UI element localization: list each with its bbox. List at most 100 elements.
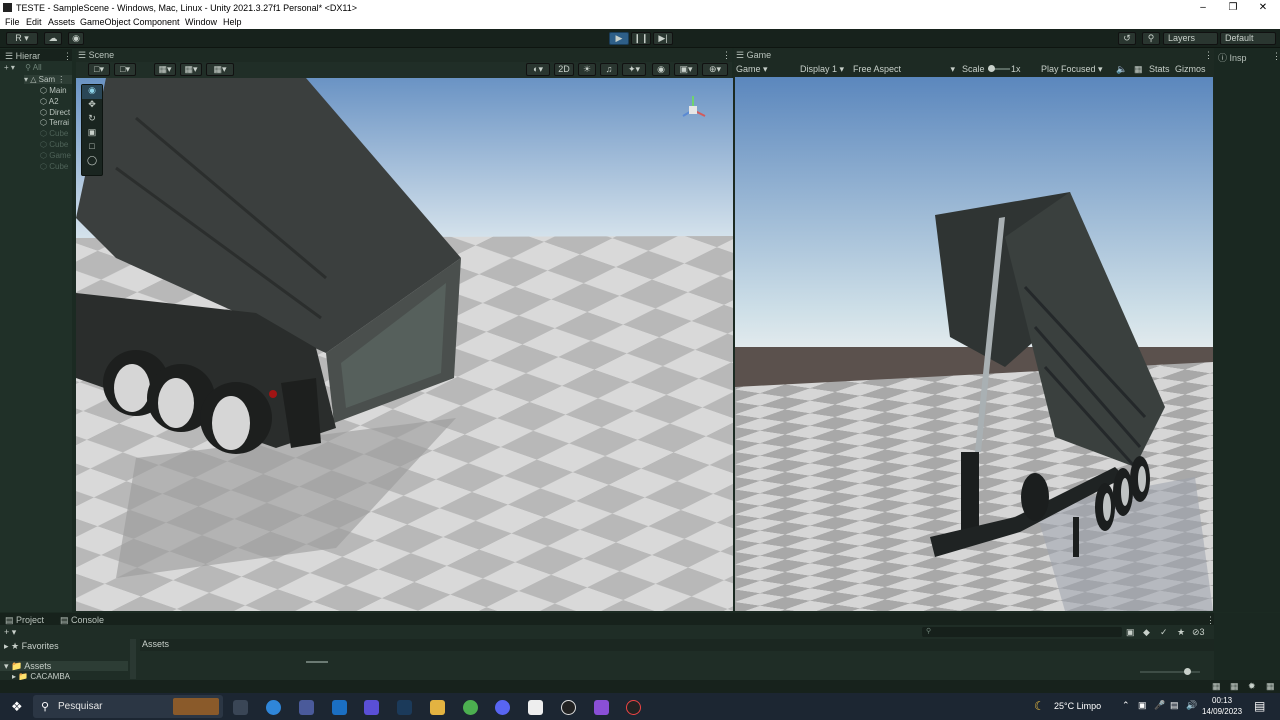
network-icon[interactable]: ▤: [1170, 700, 1179, 711]
increment-icon[interactable]: ▦▾: [206, 63, 234, 76]
pause-button[interactable]: ❙❙: [631, 32, 651, 45]
recorder-icon[interactable]: [626, 700, 641, 715]
display-select[interactable]: Display 1 ▾: [800, 64, 844, 75]
tab-inspector[interactable]: ⓘ Insp: [1218, 51, 1247, 64]
icon-size-slider[interactable]: [1140, 668, 1200, 675]
aspect-select[interactable]: Free Aspect ▾: [853, 64, 955, 75]
menu-edit[interactable]: Edit: [26, 17, 42, 27]
scale-slider[interactable]: [988, 65, 1010, 72]
toggle-2d-button[interactable]: 2D: [554, 63, 574, 76]
scene-viewport[interactable]: ◉ ✥ ↻ ▣ □ ◯: [76, 78, 733, 611]
volume-icon[interactable]: 🔊: [1186, 700, 1197, 711]
menu-file[interactable]: File: [5, 17, 20, 27]
hierarchy-item[interactable]: ⬡ Main: [40, 86, 67, 95]
app-icon[interactable]: [364, 700, 379, 715]
visibility-icon[interactable]: ◉: [652, 63, 670, 76]
clock-time[interactable]: 00:13: [1212, 696, 1232, 705]
notifications-icon[interactable]: ▦: [1266, 681, 1275, 692]
hierarchy-item[interactable]: ⬡ Game: [40, 151, 71, 160]
menu-assets[interactable]: Assets: [48, 17, 75, 27]
snap-icon[interactable]: ▦▾: [180, 63, 202, 76]
gizmos-button[interactable]: Gizmos: [1175, 64, 1206, 74]
play-button[interactable]: ▶: [609, 32, 629, 45]
filter-type-icon[interactable]: ▣: [1126, 627, 1135, 638]
cloud-icon[interactable]: ☁: [44, 32, 62, 45]
project-scrollbar[interactable]: [306, 661, 328, 663]
mail-icon[interactable]: [332, 700, 347, 715]
rotate-tool-icon[interactable]: ↻: [82, 113, 102, 127]
filter-tag-icon[interactable]: ✓: [1160, 627, 1168, 638]
mute-icon[interactable]: 🔈: [1116, 64, 1127, 75]
hierarchy-item[interactable]: ⬡ Cube: [40, 162, 68, 171]
visual-studio-icon[interactable]: [594, 700, 609, 715]
draw-mode-icon[interactable]: □▾: [88, 63, 110, 76]
tab-game[interactable]: ☰ Game: [736, 50, 771, 61]
tab-console[interactable]: ▤ Console: [60, 615, 104, 626]
collab-icon[interactable]: ◉: [68, 32, 84, 45]
scale-tool-icon[interactable]: ▣: [82, 127, 102, 141]
hierarchy-item[interactable]: ⬡ Cube: [40, 129, 68, 138]
layout-dropdown[interactable]: Default: [1220, 32, 1276, 45]
grid-icon[interactable]: ▦▾: [154, 63, 176, 76]
tab-project[interactable]: ▤ Project: [5, 615, 44, 626]
hierarchy-item[interactable]: ⬡ Terrai: [40, 118, 69, 127]
file-explorer-icon[interactable]: [430, 700, 445, 715]
audio-icon[interactable]: ♫: [600, 63, 618, 76]
play-focused-select[interactable]: Play Focused ▾: [1041, 64, 1103, 75]
clock-date[interactable]: 14/09/2023: [1202, 707, 1242, 716]
account-button[interactable]: R ▾: [6, 32, 38, 45]
project-splitter[interactable]: [130, 639, 136, 679]
shading-icon[interactable]: □▾: [114, 63, 136, 76]
transform-tool-icon[interactable]: ◯: [82, 155, 102, 169]
store-icon[interactable]: [299, 700, 314, 715]
camera-icon[interactable]: ▣▾: [674, 63, 698, 76]
favorites-section[interactable]: ▸ ★ Favorites: [4, 641, 59, 652]
move-tool-icon[interactable]: ✥: [82, 99, 102, 113]
gizmos-icon[interactable]: ⊕▾: [702, 63, 728, 76]
layers-dropdown[interactable]: Layers: [1163, 32, 1218, 45]
task-view-icon[interactable]: [233, 700, 248, 715]
discord-icon[interactable]: [495, 700, 510, 715]
scene-render[interactable]: [76, 78, 733, 611]
inspector-menu-icon[interactable]: ⋮: [1272, 51, 1280, 62]
step-button[interactable]: ▶|: [653, 32, 673, 45]
menu-help[interactable]: Help: [223, 17, 242, 27]
add-icon[interactable]: + ▾: [4, 63, 15, 72]
hierarchy-item[interactable]: ⬡ Direct: [40, 108, 70, 117]
unity-taskbar-icon[interactable]: [528, 700, 543, 715]
rect-tool-icon[interactable]: □: [82, 141, 102, 155]
chrome-icon[interactable]: [463, 700, 478, 715]
debug-icon[interactable]: ✹: [1248, 681, 1256, 692]
menu-component[interactable]: Component: [133, 17, 180, 27]
scene-menu-icon[interactable]: ⋮: [722, 50, 731, 61]
stats-toggle-icon[interactable]: ▦: [1134, 64, 1143, 75]
taskbar-search[interactable]: ⚲ Pesquisar: [33, 695, 223, 718]
view-tool-icon[interactable]: ◉: [82, 85, 102, 99]
filter-label-icon[interactable]: ◆: [1143, 627, 1150, 638]
hidden-packages-count[interactable]: ⊘3: [1192, 627, 1205, 638]
tab-scene[interactable]: ☰ Scene: [78, 50, 114, 61]
lighting-icon[interactable]: ☀: [578, 63, 596, 76]
effects-icon[interactable]: ✦▾: [622, 63, 646, 76]
stats-button[interactable]: Stats: [1149, 64, 1170, 74]
game-viewport[interactable]: [735, 77, 1213, 611]
steam-icon[interactable]: [397, 700, 412, 715]
assets-folder-row[interactable]: ▾ 📁 Assets: [0, 661, 128, 671]
orientation-icon[interactable]: ◐▾: [526, 63, 550, 76]
project-search-input[interactable]: ⚲: [922, 627, 1122, 637]
menu-window[interactable]: Window: [185, 17, 217, 27]
hierarchy-item[interactable]: ⬡ Cube: [40, 140, 68, 149]
minimize-icon[interactable]: –: [1188, 1, 1218, 14]
media-player-icon[interactable]: [561, 700, 576, 715]
tray-chevron-icon[interactable]: ⌃: [1122, 700, 1130, 711]
restore-icon[interactable]: ❐: [1218, 1, 1248, 14]
tray-app-icon[interactable]: ▣: [1138, 700, 1147, 711]
hierarchy-scene-row[interactable]: ▾ △ Sam ⋮: [24, 75, 72, 84]
favorite-star-icon[interactable]: ★: [1177, 627, 1185, 638]
microphone-icon[interactable]: 🎤: [1154, 700, 1165, 711]
close-icon[interactable]: ✕: [1248, 1, 1278, 14]
weather-text[interactable]: 25°C Limpo: [1054, 701, 1101, 711]
hierarchy-item[interactable]: ⬡ A2: [40, 97, 59, 106]
game-menu-icon[interactable]: ⋮: [1204, 50, 1213, 61]
cache-icon[interactable]: ▦: [1230, 681, 1239, 692]
